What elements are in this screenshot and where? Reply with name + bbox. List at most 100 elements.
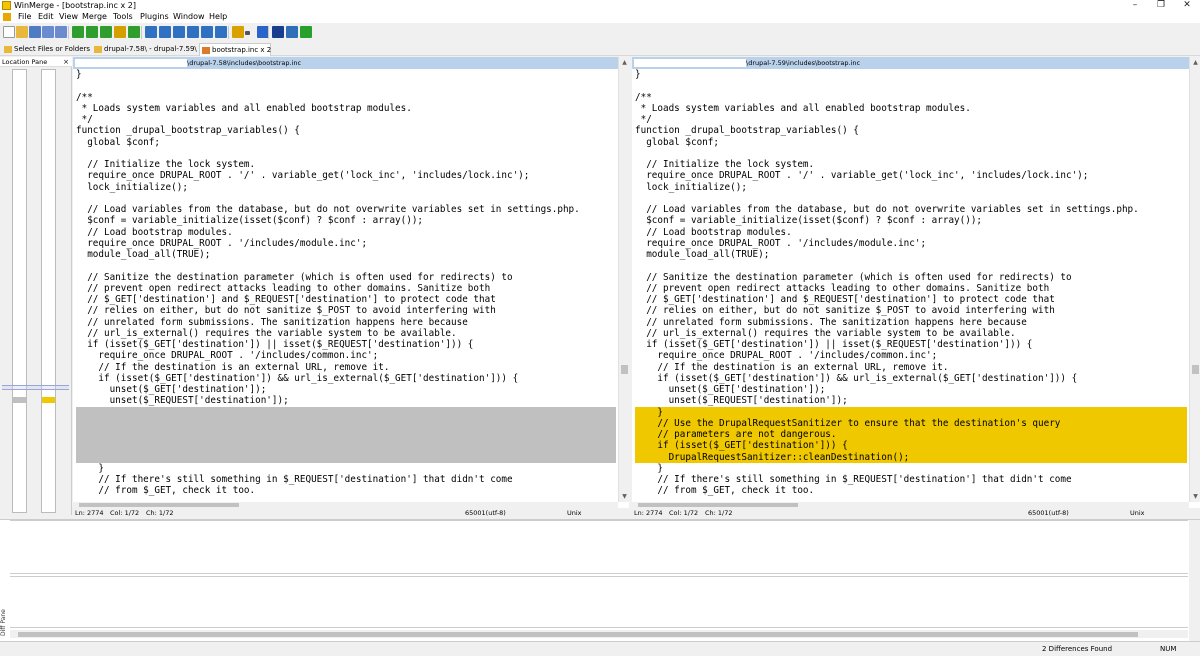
left-vertical-scrollbar[interactable]: ▲ ▼ <box>618 57 629 502</box>
menu-file[interactable]: File <box>18 11 31 23</box>
code-line: } <box>76 462 104 474</box>
location-viewport-indicator[interactable] <box>2 385 69 390</box>
copy-all-right-icon[interactable] <box>201 26 213 38</box>
diff-pane-horizontal-scrollbar[interactable] <box>10 630 1188 638</box>
code-line: */ <box>635 114 652 125</box>
blank-diff-line <box>76 407 616 418</box>
diff-code-line: } <box>635 406 663 418</box>
scroll-down-icon[interactable]: ▼ <box>619 491 630 502</box>
current-diff-icon[interactable] <box>114 26 126 38</box>
code-line: $conf = variable_initialize(isset($conf)… <box>76 215 424 227</box>
location-bar-right[interactable] <box>41 69 56 513</box>
code-line: // url_is_external() requires the variab… <box>635 327 1016 339</box>
scroll-up-icon[interactable]: ▲ <box>1190 57 1200 68</box>
folder-compare-icon <box>94 46 102 53</box>
last-diff-icon[interactable] <box>128 26 140 38</box>
scroll-thumb[interactable] <box>621 365 628 374</box>
code-line: unset($_REQUEST['destination']); <box>635 395 848 407</box>
tab-folder-compare[interactable]: drupal-7.58\ - drupal-7.59\ <box>92 43 198 56</box>
left-path: \drupal-7.58\includes\bootstrap.inc <box>187 59 302 67</box>
dropdown-icon[interactable] <box>245 31 250 35</box>
code-line: // If the destination is an external URL… <box>635 361 949 373</box>
tab-file-compare[interactable]: bootstrap.inc x 2 <box>199 43 271 56</box>
code-line: if (isset($_GET['destination']) && url_i… <box>76 372 519 384</box>
location-pane[interactable]: Location Pane × <box>0 57 72 515</box>
diff-marker-right[interactable] <box>42 397 55 403</box>
scroll-up-icon[interactable]: ▲ <box>619 57 630 68</box>
merge-icon[interactable] <box>272 26 284 38</box>
code-line: lock_initialize(); <box>635 181 747 193</box>
code-line: require_once DRUPAL_ROOT . '/includes/co… <box>76 350 379 362</box>
scroll-thumb[interactable] <box>79 503 239 507</box>
undo-icon[interactable] <box>42 26 54 38</box>
diff-pane-left-view[interactable] <box>10 520 1188 574</box>
code-line: function _drupal_bootstrap_variables() { <box>635 125 859 137</box>
options-icon[interactable] <box>232 26 244 38</box>
save-icon[interactable] <box>29 26 41 38</box>
right-path: \drupal-7.59\includes\bootstrap.inc <box>746 59 861 67</box>
new-icon[interactable] <box>3 26 15 38</box>
scroll-down-icon[interactable]: ▼ <box>1190 491 1200 502</box>
refresh-icon[interactable] <box>300 26 312 38</box>
diff-code-line: DrupalRequestSanitizer::cleanDestination… <box>635 451 910 463</box>
document-icon[interactable] <box>3 13 11 21</box>
diff-pane-right-view[interactable] <box>10 576 1188 628</box>
minimize-button[interactable]: – <box>1122 0 1148 11</box>
menu-tools[interactable]: Tools <box>113 11 133 23</box>
code-line: // Load variables from the database, but… <box>76 204 580 215</box>
menu-help[interactable]: Help <box>209 11 227 23</box>
copy-left-advance-icon[interactable] <box>187 26 199 38</box>
first-diff-icon[interactable] <box>100 26 112 38</box>
menu-view[interactable]: View <box>59 11 78 23</box>
code-line: // from $_GET, check it too. <box>635 485 815 497</box>
scroll-thumb[interactable] <box>638 503 798 507</box>
open-icon[interactable] <box>16 26 28 38</box>
title-bar: WinMerge - [bootstrap.inc x 2] – ❐ ✕ <box>0 0 1200 11</box>
diff-pane-vertical-scrollbar[interactable] <box>1189 520 1200 641</box>
menu-bar: File Edit View Merge Tools Plugins Windo… <box>0 11 1200 23</box>
copy-all-left-icon[interactable] <box>215 26 227 38</box>
diff-code-line: // parameters are not dangerous. <box>635 429 837 440</box>
left-file-pane[interactable]: \drupal-7.58\includes\bootstrap.inc } /**… <box>73 57 629 515</box>
code-line: // $_GET['destination'] and $_REQUEST['d… <box>76 294 496 305</box>
left-code-view[interactable]: } /** * Loads system variables and all en… <box>76 69 616 502</box>
diff-code-line: if (isset($_GET['destination'])) { <box>635 440 848 452</box>
location-pane-close-icon[interactable]: × <box>63 57 69 67</box>
close-window-button[interactable]: ✕ <box>1174 0 1200 11</box>
menu-plugins[interactable]: Plugins <box>140 11 169 23</box>
location-pane-header: Location Pane × <box>0 57 72 67</box>
code-line: module_load_all(TRUE); <box>635 249 770 260</box>
code-line: $conf = variable_initialize(isset($conf)… <box>635 215 983 227</box>
prev-diff-icon[interactable] <box>72 26 84 38</box>
copy-right-advance-icon[interactable] <box>173 26 185 38</box>
diff-marker-left[interactable] <box>13 397 26 403</box>
right-encoding: 65001(utf-8) <box>1028 509 1069 517</box>
right-file-pane[interactable]: \drupal-7.59\includes\bootstrap.inc } /**… <box>632 57 1200 515</box>
code-line: // relies on either, but do not sanitize… <box>635 305 1055 317</box>
restore-button[interactable]: ❐ <box>1148 0 1174 11</box>
redo-icon[interactable] <box>55 26 67 38</box>
diff-pane[interactable]: Diff Pane <box>0 519 1200 641</box>
right-column: Col: 1/72 <box>669 509 699 517</box>
code-line: } <box>76 69 82 80</box>
scroll-thumb[interactable] <box>18 632 1138 637</box>
menu-window[interactable]: Window <box>173 11 205 23</box>
right-code-view[interactable]: } /** * Loads system variables and all en… <box>635 69 1187 502</box>
code-line: unset($_GET['destination']); <box>635 384 826 395</box>
right-vertical-scrollbar[interactable]: ▲ ▼ <box>1189 57 1200 502</box>
location-bar-left[interactable] <box>12 69 27 513</box>
next-diff-icon[interactable] <box>86 26 98 38</box>
tab-select-files[interactable]: Select Files or Folders <box>2 43 90 56</box>
menu-merge[interactable]: Merge <box>82 11 107 23</box>
copy-right-icon[interactable] <box>145 26 157 38</box>
code-line: unset($_GET['destination']); <box>76 384 267 395</box>
left-column: Col: 1/72 <box>110 509 140 517</box>
scroll-thumb[interactable] <box>1192 365 1199 374</box>
tab-label: bootstrap.inc x 2 <box>212 46 272 54</box>
menu-edit[interactable]: Edit <box>38 11 54 23</box>
copy-left-icon[interactable] <box>159 26 171 38</box>
left-status-bar: Ln: 2774 Col: 1/72 Ch: 1/72 65001(utf-8)… <box>73 508 629 519</box>
left-to-right-icon[interactable] <box>286 26 298 38</box>
tab-bar: Select Files or Folders drupal-7.58\ - d… <box>0 42 1200 56</box>
